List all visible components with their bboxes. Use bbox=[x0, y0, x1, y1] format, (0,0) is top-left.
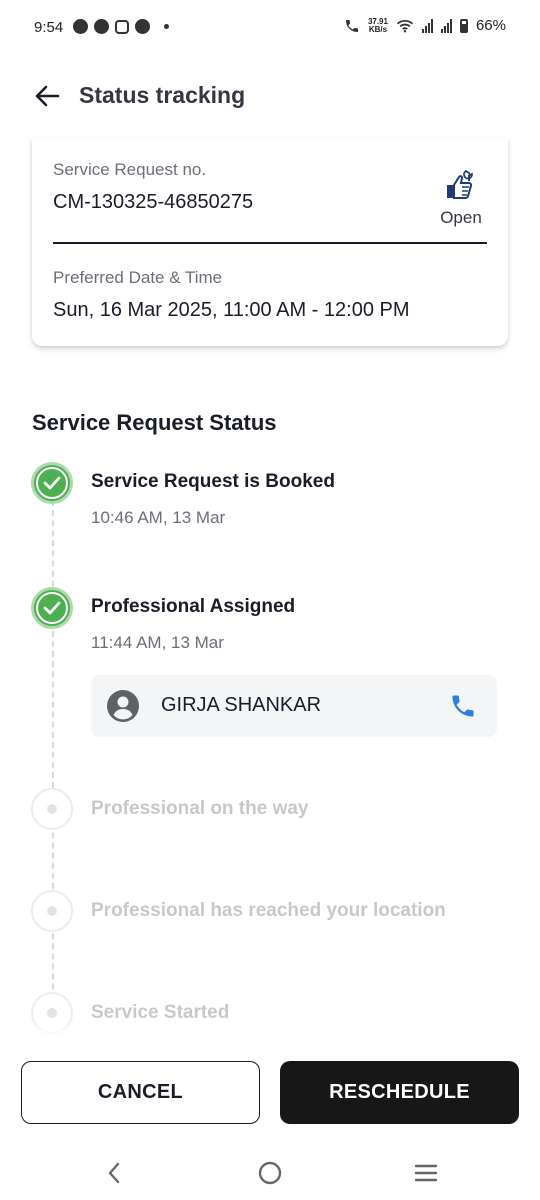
step-pending-icon bbox=[31, 788, 73, 830]
chat-icon bbox=[73, 19, 88, 34]
status-open-label: Open bbox=[440, 208, 482, 227]
wifi-icon bbox=[396, 19, 414, 32]
action-bar: CANCEL RESCHEDULE bbox=[0, 1036, 540, 1146]
status-bar: 9:54 37.91 KB/s 66% bbox=[0, 0, 540, 58]
signal-icon bbox=[421, 18, 433, 33]
request-status: Open bbox=[435, 168, 487, 228]
battery-icon bbox=[459, 18, 468, 33]
instagram-icon bbox=[115, 19, 129, 34]
service-request-label: Service Request no. bbox=[53, 160, 207, 179]
card-divider bbox=[53, 242, 487, 244]
whatsapp-icon bbox=[94, 19, 109, 34]
chevron-left-icon bbox=[108, 1162, 120, 1184]
step-reached-title: Professional has reached your location bbox=[91, 900, 446, 921]
step-on-the-way-title: Professional on the way bbox=[91, 798, 309, 819]
system-icons: 37.91 KB/s 66% bbox=[344, 17, 506, 34]
step-check-icon bbox=[31, 587, 73, 629]
home-circle-icon bbox=[258, 1161, 282, 1185]
status-section-title: Service Request Status bbox=[32, 410, 277, 435]
battery-level: 66% bbox=[475, 17, 506, 34]
more-notifications-icon bbox=[164, 24, 169, 29]
notification-icons bbox=[73, 19, 169, 34]
status-time: 9:54 bbox=[34, 19, 64, 36]
app-header: Status tracking bbox=[0, 72, 540, 120]
menu-lines-icon bbox=[414, 1164, 438, 1182]
professional-name: GIRJA SHANKAR bbox=[161, 694, 322, 716]
call-icon bbox=[345, 19, 358, 32]
back-button[interactable] bbox=[30, 80, 64, 112]
step-assigned-title: Professional Assigned bbox=[91, 596, 296, 617]
step-pending-icon bbox=[31, 890, 73, 932]
nav-recents-button[interactable] bbox=[406, 1158, 446, 1188]
phone-icon[interactable] bbox=[449, 692, 477, 720]
professional-card: GIRJA SHANKAR bbox=[91, 675, 497, 737]
thumbs-up-wrench-icon bbox=[447, 169, 473, 199]
step-assigned-time: 11:44 AM, 13 Mar bbox=[91, 633, 224, 652]
system-nav-bar bbox=[0, 1146, 540, 1200]
step-booked-time: 10:46 AM, 13 Mar bbox=[91, 508, 226, 527]
network-speed: 37.91 KB/s bbox=[367, 16, 388, 34]
step-booked-title: Service Request is Booked bbox=[91, 471, 335, 492]
avatar-icon bbox=[107, 690, 139, 722]
preferred-time-value: Sun, 16 Mar 2025, 11:00 AM - 12:00 PM bbox=[53, 299, 410, 321]
nav-back-button[interactable] bbox=[94, 1158, 134, 1188]
reschedule-button[interactable]: RESCHEDULE bbox=[280, 1061, 519, 1124]
compass-icon bbox=[135, 19, 150, 34]
service-request-number: CM-130325-46850275 bbox=[53, 191, 254, 213]
nav-home-button[interactable] bbox=[250, 1158, 290, 1188]
timeline-connector bbox=[52, 490, 54, 1050]
step-pending-icon bbox=[31, 992, 73, 1034]
preferred-time-label: Preferred Date & Time bbox=[53, 268, 223, 287]
signal-icon-2 bbox=[440, 18, 452, 33]
step-check-icon bbox=[31, 462, 73, 504]
cancel-button[interactable]: CANCEL bbox=[21, 1061, 260, 1124]
page-title: Status tracking bbox=[79, 82, 246, 108]
step-started-title: Service Started bbox=[91, 1002, 230, 1023]
arrow-left-icon bbox=[35, 85, 60, 107]
service-request-card: Service Request no. CM-130325-46850275 O… bbox=[32, 138, 508, 346]
